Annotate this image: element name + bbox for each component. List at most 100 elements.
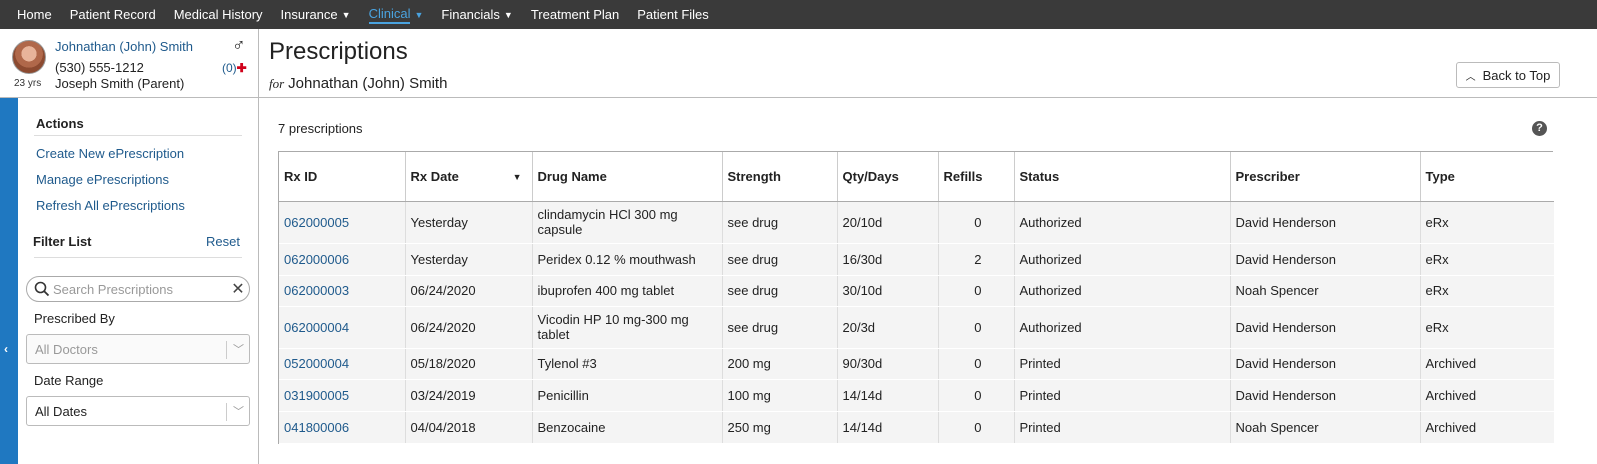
drug-name: Benzocaine bbox=[532, 411, 723, 444]
rx-id-link[interactable]: 041800006 bbox=[279, 411, 406, 444]
date-range-label: Date Range bbox=[34, 373, 104, 388]
qty-days: 20/10d bbox=[837, 201, 939, 244]
subtitle-patient-name: Johnathan (John) Smith bbox=[288, 75, 448, 92]
nav-patient-record[interactable]: Patient Record bbox=[61, 0, 165, 29]
col-type[interactable]: Type bbox=[1420, 152, 1554, 202]
header-divider bbox=[259, 97, 1597, 98]
refresh-eprescriptions-link[interactable]: Refresh All ePrescriptions bbox=[36, 198, 185, 213]
nav-patient-files[interactable]: Patient Files bbox=[628, 0, 718, 29]
nav-financials[interactable]: Financials ▼ bbox=[432, 0, 521, 29]
rx-date: 04/04/2018 bbox=[405, 411, 533, 444]
type: eRx bbox=[1420, 243, 1554, 276]
refills: 0 bbox=[938, 275, 1015, 307]
strength: see drug bbox=[722, 243, 838, 276]
search-prescriptions-input[interactable] bbox=[53, 281, 227, 297]
qty-days: 20/3d bbox=[837, 306, 939, 349]
nav-home[interactable]: Home bbox=[8, 0, 61, 29]
date-range-select[interactable]: All Dates ﹀ bbox=[26, 396, 250, 426]
strength: see drug bbox=[722, 275, 838, 307]
for-prefix: for bbox=[269, 76, 285, 91]
col-drug-name[interactable]: Drug Name bbox=[532, 152, 723, 202]
rx-date: 05/18/2020 bbox=[405, 348, 533, 380]
col-qty-days[interactable]: Qty/Days bbox=[837, 152, 939, 202]
table-row[interactable]: 031900005 03/24/2019 Penicillin 100 mg 1… bbox=[279, 379, 1554, 412]
prescribed-by-value: All Doctors bbox=[35, 341, 98, 357]
patient-avatar bbox=[12, 40, 46, 74]
select-separator bbox=[226, 341, 227, 359]
patient-name-link[interactable]: Johnathan (John) Smith bbox=[55, 39, 193, 54]
page-title: Prescriptions bbox=[269, 38, 408, 65]
rx-id-link[interactable]: 062000003 bbox=[279, 275, 406, 307]
status: Authorized bbox=[1014, 201, 1231, 244]
back-to-top-button[interactable]: ︿ Back to Top bbox=[1456, 62, 1560, 88]
help-icon[interactable]: ? bbox=[1532, 121, 1547, 136]
status: Printed bbox=[1014, 411, 1231, 444]
prescribed-by-select[interactable]: All Doctors ﹀ bbox=[26, 334, 250, 364]
col-rx-date[interactable]: Rx Date ▼ bbox=[405, 152, 533, 202]
type: eRx bbox=[1420, 201, 1554, 244]
prescriptions-table: Rx ID Rx Date ▼ Drug Name Strength Qty/Da… bbox=[278, 151, 1554, 444]
rx-id-link[interactable]: 062000006 bbox=[279, 243, 406, 276]
rx-id-link[interactable]: 031900005 bbox=[279, 379, 406, 412]
table-row[interactable]: 052000004 05/18/2020 Tylenol #3 200 mg 9… bbox=[279, 348, 1554, 380]
rx-date: 06/24/2020 bbox=[405, 306, 533, 349]
col-prescriber[interactable]: Prescriber bbox=[1230, 152, 1421, 202]
col-status[interactable]: Status bbox=[1014, 152, 1231, 202]
rx-date: 03/24/2019 bbox=[405, 379, 533, 412]
create-eprescription-link[interactable]: Create New ePrescription bbox=[36, 146, 184, 161]
prescribed-by-label: Prescribed By bbox=[34, 311, 115, 326]
medical-alert-link[interactable]: (0)✚ bbox=[222, 61, 247, 75]
qty-days: 16/30d bbox=[837, 243, 939, 276]
caret-down-icon: ▼ bbox=[503, 9, 513, 20]
search-box: ✕ bbox=[26, 276, 250, 302]
sidebar-collapse-strip[interactable]: ‹ bbox=[0, 98, 18, 464]
sidebar: Actions Create New ePrescription Manage … bbox=[18, 98, 259, 464]
table-row[interactable]: 062000003 06/24/2020 ibuprofen 400 mg ta… bbox=[279, 275, 1554, 307]
drug-name: Vicodin HP 10 mg-300 mg tablet bbox=[532, 306, 723, 349]
refills: 0 bbox=[938, 411, 1015, 444]
table-row[interactable]: 062000006 Yesterday Peridex 0.12 % mouth… bbox=[279, 243, 1554, 276]
table-row[interactable]: 062000004 06/24/2020 Vicodin HP 10 mg-30… bbox=[279, 306, 1554, 349]
type: Archived bbox=[1420, 348, 1554, 380]
nav-treatment-plan[interactable]: Treatment Plan bbox=[522, 0, 628, 29]
rx-date: Yesterday bbox=[405, 201, 533, 244]
alert-count: (0) bbox=[222, 61, 237, 75]
actions-title: Actions bbox=[36, 116, 84, 131]
type: eRx bbox=[1420, 275, 1554, 307]
table-row[interactable]: 062000005 Yesterday clindamycin HCl 300 … bbox=[279, 201, 1554, 244]
clear-search-icon[interactable]: ✕ bbox=[227, 279, 249, 299]
nav-clinical[interactable]: Clinical ▼ bbox=[360, 0, 433, 29]
rx-id-link[interactable]: 062000005 bbox=[279, 201, 406, 244]
male-icon: ♂ bbox=[232, 35, 246, 55]
drug-name: clindamycin HCl 300 mg capsule bbox=[532, 201, 723, 244]
refills: 0 bbox=[938, 201, 1015, 244]
nav-medical-history[interactable]: Medical History bbox=[165, 0, 272, 29]
strength: 250 mg bbox=[722, 411, 838, 444]
manage-eprescriptions-link[interactable]: Manage ePrescriptions bbox=[36, 172, 169, 187]
status: Authorized bbox=[1014, 275, 1231, 307]
filter-list-title: Filter List bbox=[33, 234, 92, 249]
qty-days: 30/10d bbox=[837, 275, 939, 307]
prescriber: Noah Spencer bbox=[1230, 275, 1421, 307]
nav-insurance[interactable]: Insurance ▼ bbox=[272, 0, 360, 29]
patient-guardian: Joseph Smith (Parent) bbox=[55, 76, 185, 91]
drug-name: ibuprofen 400 mg tablet bbox=[532, 275, 723, 307]
status: Printed bbox=[1014, 348, 1231, 380]
filter-divider bbox=[34, 257, 242, 258]
page-subtitle: for Johnathan (John) Smith bbox=[269, 75, 447, 92]
refills: 2 bbox=[938, 243, 1015, 276]
rx-id-link[interactable]: 052000004 bbox=[279, 348, 406, 380]
col-strength[interactable]: Strength bbox=[722, 152, 838, 202]
table-row[interactable]: 041800006 04/04/2018 Benzocaine 250 mg 1… bbox=[279, 411, 1554, 444]
col-rx-id[interactable]: Rx ID bbox=[279, 152, 406, 202]
rx-id-link[interactable]: 062000004 bbox=[279, 306, 406, 349]
prescriber: David Henderson bbox=[1230, 379, 1421, 412]
prescriber: Noah Spencer bbox=[1230, 411, 1421, 444]
drug-name: Tylenol #3 bbox=[532, 348, 723, 380]
rx-date: 06/24/2020 bbox=[405, 275, 533, 307]
date-range-value: All Dates bbox=[35, 403, 88, 419]
medical-cross-icon: ✚ bbox=[236, 61, 247, 75]
reset-filters-link[interactable]: Reset bbox=[206, 234, 240, 249]
qty-days: 90/30d bbox=[837, 348, 939, 380]
col-refills[interactable]: Refills bbox=[938, 152, 1015, 202]
